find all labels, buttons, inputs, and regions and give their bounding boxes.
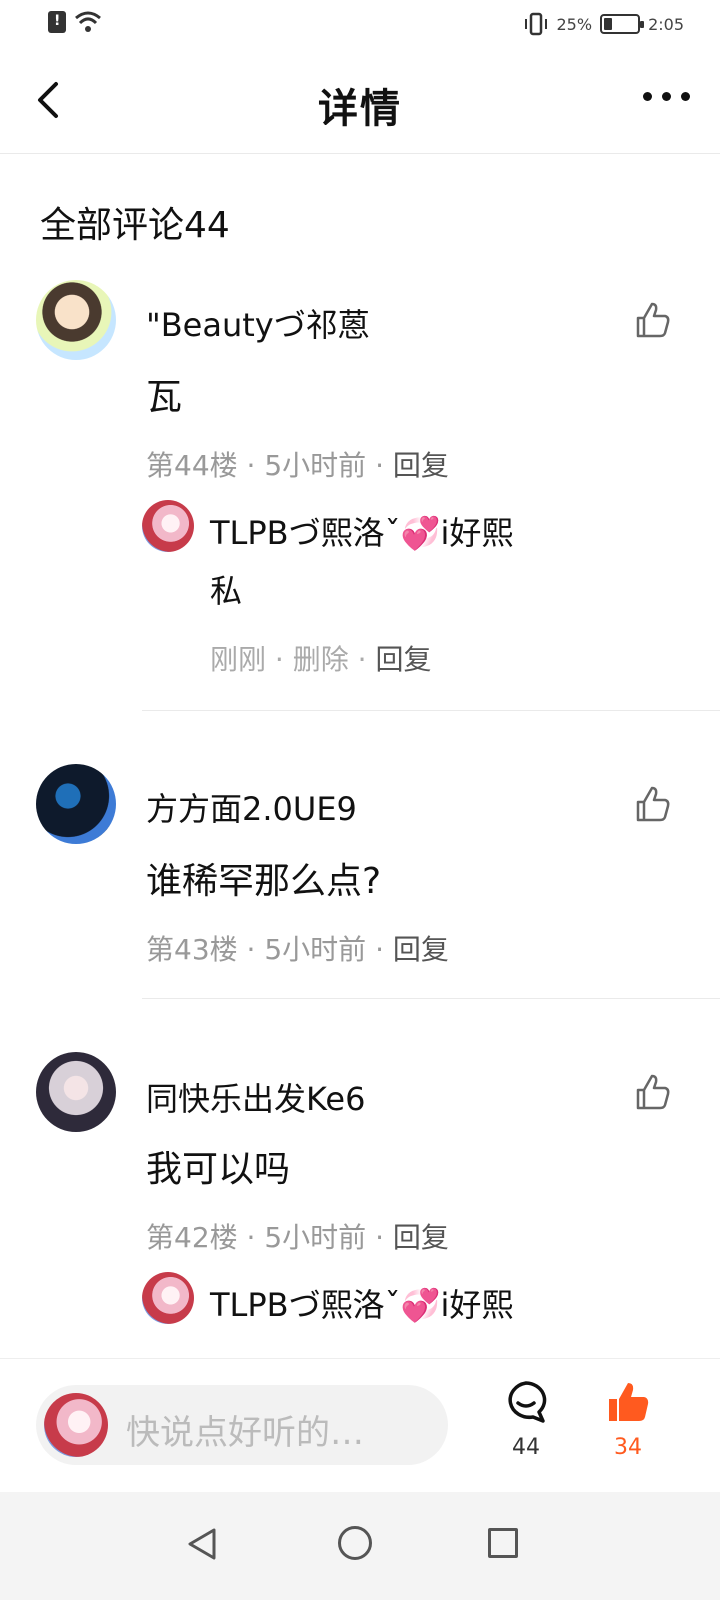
nav-home-icon[interactable] [338,1526,372,1560]
comment-bubble-icon [508,1381,547,1423]
reply-username[interactable]: TLPBづ熙洛ˇ💞i好熙 [210,1280,513,1326]
battery-percent: 25% [556,14,593,34]
divider [142,998,720,999]
thumbs-up-filled-icon [609,1383,649,1421]
comment-username[interactable]: "Beautyづ祁蒽 [146,300,370,346]
nav-recents-icon[interactable] [488,1528,518,1558]
comment-count: 44 [512,1435,540,1460]
floor-label: 第43楼 [146,933,238,966]
comment-time: 5小时前 [264,1221,367,1254]
reply-content: 私 [210,572,243,610]
comment-content: 谁稀罕那么点? [146,861,382,902]
reply-link[interactable]: 回复 [393,449,449,482]
avatar[interactable] [36,280,116,360]
reply-time: 刚刚 [210,643,267,676]
status-left [48,10,102,34]
avatar[interactable] [36,1052,116,1132]
top-app-bar: 详情 [0,50,720,154]
comment-meta: 第42楼 · 5小时前 · 回复 [146,1221,449,1254]
vibrate-icon [524,12,547,36]
page-title: 详情 [318,86,402,132]
reply-link[interactable]: 回复 [393,1221,449,1254]
thumbs-up-icon[interactable] [632,300,672,340]
status-time: 2:05 [648,14,684,34]
battery-level [604,18,613,30]
reply-username[interactable]: TLPBづ熙洛ˇ💞i好熙 [210,508,513,554]
comment-input-bar: 快说点好听的… 44 34 [0,1358,720,1492]
reply-avatar[interactable] [142,500,194,552]
status-right: 25% 2:05 [523,12,684,36]
comment-input-placeholder: 快说点好听的… [126,1413,364,1453]
floor-label: 第42楼 [146,1221,238,1254]
nav-back-icon[interactable] [184,1526,220,1562]
divider [142,710,720,711]
my-avatar [44,1393,108,1457]
like-button[interactable]: 34 [602,1379,654,1460]
reply-link[interactable]: 回复 [393,933,449,966]
floor-label: 第44楼 [146,449,238,482]
comment-time: 5小时前 [264,449,367,482]
reply-link[interactable]: 回复 [375,643,431,676]
reply-avatar[interactable] [142,1272,194,1324]
more-options-icon[interactable] [643,92,690,101]
comment-content: 瓦 [146,377,183,418]
comment-meta: 第44楼 · 5小时前 · 回复 [146,449,449,482]
comment-input[interactable]: 快说点好听的… [36,1385,448,1465]
sim-alert-icon [48,11,66,33]
all-comments-heading: 全部评论44 [40,205,230,246]
status-bar: 25% 2:05 [0,0,720,50]
comment-username[interactable]: 同快乐出发Ke6 [146,1074,365,1120]
avatar[interactable] [36,764,116,844]
reply-meta: 刚刚 · 删除 · 回复 [210,643,432,676]
comments-button[interactable]: 44 [500,1379,552,1460]
comment-meta: 第43楼 · 5小时前 · 回复 [146,933,449,966]
delete-link[interactable]: 删除 [293,643,349,676]
system-nav-bar [0,1492,720,1600]
thumbs-up-icon[interactable] [632,784,672,824]
wifi-icon [75,11,101,32]
comment-time: 5小时前 [264,933,367,966]
comment-username[interactable]: 方方面2.0UE9 [146,784,357,830]
thumbs-up-icon[interactable] [632,1072,672,1112]
like-count: 34 [614,1435,642,1460]
comment-content: 我可以吗 [146,1149,291,1190]
battery-icon [600,14,645,34]
